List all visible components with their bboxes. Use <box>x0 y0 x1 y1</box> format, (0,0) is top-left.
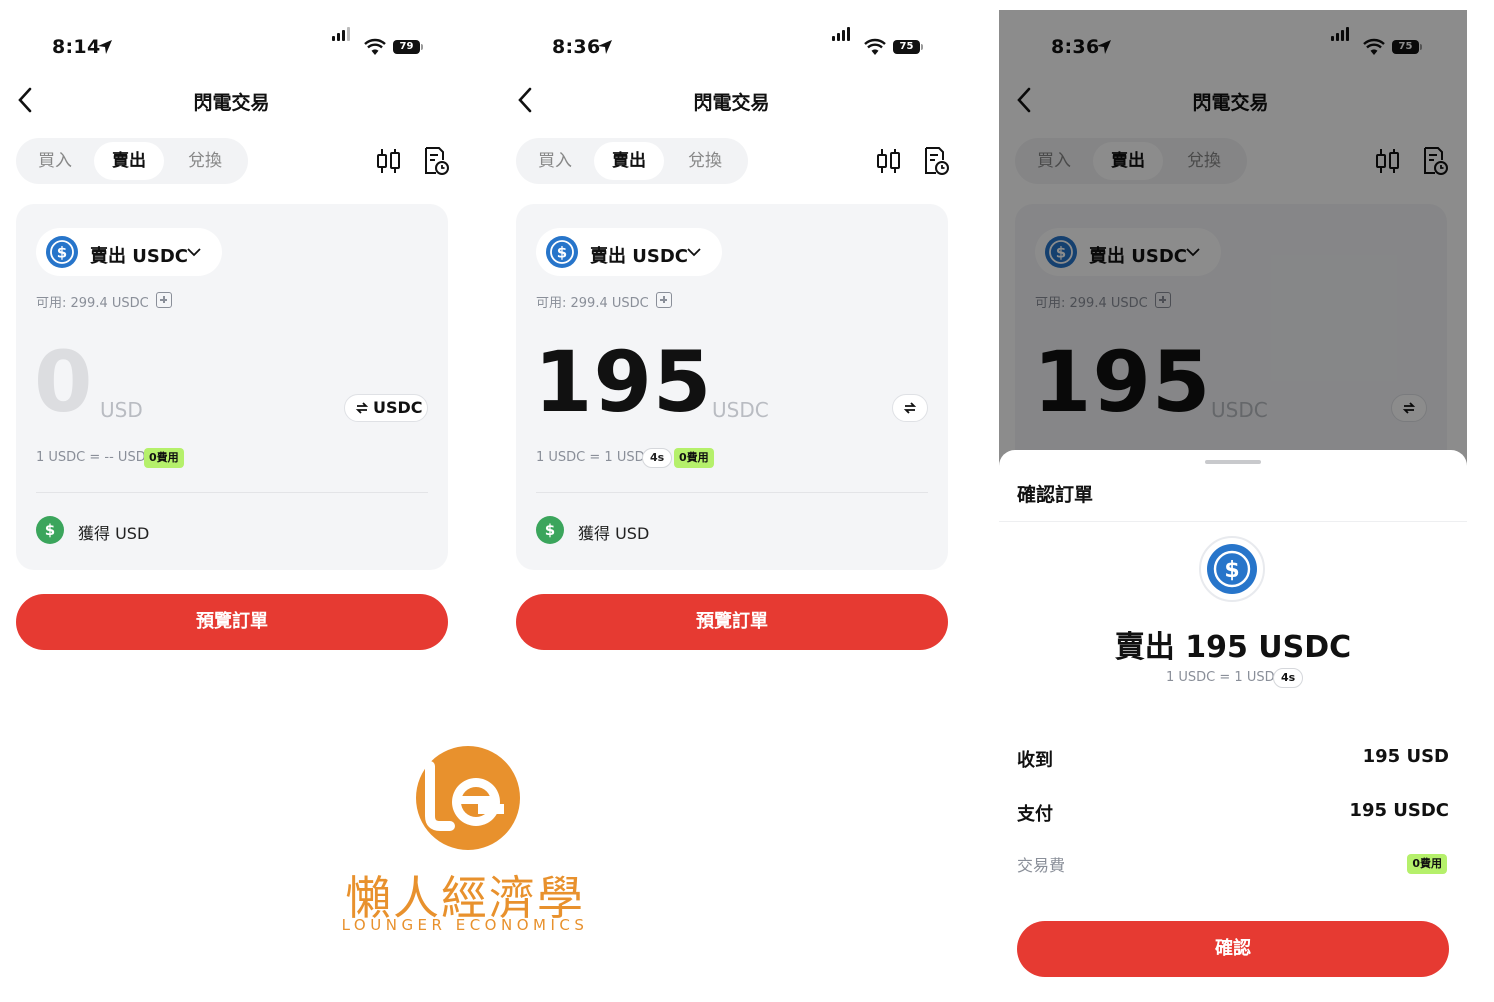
tab-convert[interactable]: 兌換 <box>670 142 740 180</box>
usdc-coin-icon: $ <box>1199 536 1265 602</box>
quote-countdown: 4s <box>1273 668 1304 688</box>
add-funds-icon[interactable] <box>656 292 672 308</box>
pay-row: 支付 195 USDC <box>1017 800 1449 826</box>
confirm-order-sheet: 確認訂單 $ 賣出 195 USDC 1 USDC = 1 USD 4s 收到 … <box>999 450 1467 1000</box>
status-bar: 8:14 79 <box>0 10 468 66</box>
svg-text:$: $ <box>1224 558 1239 583</box>
zero-fee-badge: 0費用 <box>144 448 184 468</box>
sell-card: $ 賣出 USDC 可用: 299.4 USDC 0 USD USDC 1 US… <box>16 204 448 570</box>
brand-name-english: LOUNGER ECONOMICS <box>341 916 589 934</box>
status-time: 8:14 <box>52 36 101 58</box>
status-bar: 8:36 75 <box>500 10 968 66</box>
divider <box>999 521 1467 522</box>
receive-label: 獲得 USD <box>78 524 150 543</box>
available-balance: 可用: 299.4 USDC <box>36 296 149 311</box>
confirm-button[interactable]: 確認 <box>1017 921 1449 977</box>
quote-countdown: 4s <box>642 448 673 468</box>
asset-label: 賣出 USDC <box>90 246 188 267</box>
sheet-title: 確認訂單 <box>1017 484 1094 506</box>
battery-icon: 75 <box>893 40 920 54</box>
nav-bar: 閃電交易 <box>0 82 468 118</box>
receive-label: 收到 <box>1017 750 1053 771</box>
asset-selector[interactable]: $ 賣出 USDC <box>36 228 222 276</box>
status-time: 8:36 <box>552 36 601 58</box>
trade-tabs: 買入 賣出 兌換 <box>516 138 748 184</box>
candlestick-icon[interactable] <box>876 148 902 174</box>
page-title: 閃電交易 <box>693 92 770 114</box>
fee-row: 交易費 0費用 <box>1017 852 1449 878</box>
preview-order-button[interactable]: 預覽訂單 <box>516 594 948 650</box>
sell-summary: 賣出 195 USDC <box>1114 630 1352 665</box>
amount-input[interactable]: 0 <box>34 334 93 430</box>
candlestick-icon[interactable] <box>376 148 402 174</box>
swap-unit-button[interactable] <box>892 394 928 422</box>
preview-order-button[interactable]: 預覽訂單 <box>16 594 448 650</box>
amount-unit: USD <box>100 398 143 422</box>
pay-label: 支付 <box>1017 804 1053 825</box>
receive-label: 獲得 USD <box>578 524 650 543</box>
divider <box>36 492 428 493</box>
asset-selector[interactable]: $ 賣出 USDC <box>536 228 722 276</box>
available-balance: 可用: 299.4 USDC <box>536 296 649 311</box>
tab-buy[interactable]: 買入 <box>520 142 590 180</box>
screen-confirm-order: 8:36 75 閃電交易 買入 賣出 兌換 $ 賣出 USDC 可用: 299.… <box>999 10 1467 1000</box>
add-funds-icon[interactable] <box>156 292 172 308</box>
divider <box>536 492 928 493</box>
brand-logo: 懶人經濟學 LOUNGER ECONOMICS <box>330 746 600 946</box>
order-history-icon[interactable] <box>922 146 950 176</box>
location-arrow-icon <box>598 40 612 54</box>
wifi-icon <box>364 38 386 55</box>
page-title: 閃電交易 <box>193 92 270 114</box>
tab-sell[interactable]: 賣出 <box>594 142 664 180</box>
order-history-icon[interactable] <box>422 146 450 176</box>
usdc-coin-icon: $ <box>546 236 578 268</box>
pay-value: 195 USDC <box>1349 800 1449 821</box>
exchange-rate: 1 USDC = 1 USD <box>536 450 645 465</box>
swap-icon <box>903 402 917 414</box>
receive-value: 195 USD <box>1362 746 1449 767</box>
amount-input[interactable]: 195 <box>534 334 712 430</box>
chevron-down-icon <box>687 248 701 257</box>
asset-label: 賣出 USDC <box>590 246 688 267</box>
swap-icon <box>355 402 369 414</box>
wifi-icon <box>864 38 886 55</box>
le-logo-icon <box>416 746 520 850</box>
fee-label: 交易費 <box>1017 856 1066 875</box>
nav-bar: 閃電交易 <box>500 82 968 118</box>
svg-text:$: $ <box>557 244 567 262</box>
sheet-grabber[interactable] <box>1205 460 1261 464</box>
sell-card: $ 賣出 USDC 可用: 299.4 USDC 195 USDC 1 USDC… <box>516 204 948 570</box>
battery-icon: 79 <box>393 40 420 54</box>
receive-row: 收到 195 USD <box>1017 746 1449 772</box>
tab-sell[interactable]: 賣出 <box>94 142 164 180</box>
zero-fee-badge: 0費用 <box>1407 854 1447 874</box>
svg-text:$: $ <box>57 244 67 262</box>
usd-coin-icon: $ <box>36 516 64 544</box>
usdc-coin-icon: $ <box>46 236 78 268</box>
usd-coin-icon: $ <box>536 516 564 544</box>
exchange-rate: 1 USDC = 1 USD <box>1166 670 1275 685</box>
tab-buy[interactable]: 買入 <box>20 142 90 180</box>
swap-unit-label: USDC <box>373 398 423 417</box>
amount-unit: USDC <box>712 398 769 422</box>
trade-tabs: 買入 賣出 兌換 <box>16 138 248 184</box>
tab-convert[interactable]: 兌換 <box>170 142 240 180</box>
swap-unit-button[interactable]: USDC <box>344 394 428 422</box>
chevron-down-icon <box>187 248 201 257</box>
zero-fee-badge: 0費用 <box>674 448 714 468</box>
location-arrow-icon <box>98 40 112 54</box>
exchange-rate: 1 USDC = -- USD <box>36 450 146 465</box>
